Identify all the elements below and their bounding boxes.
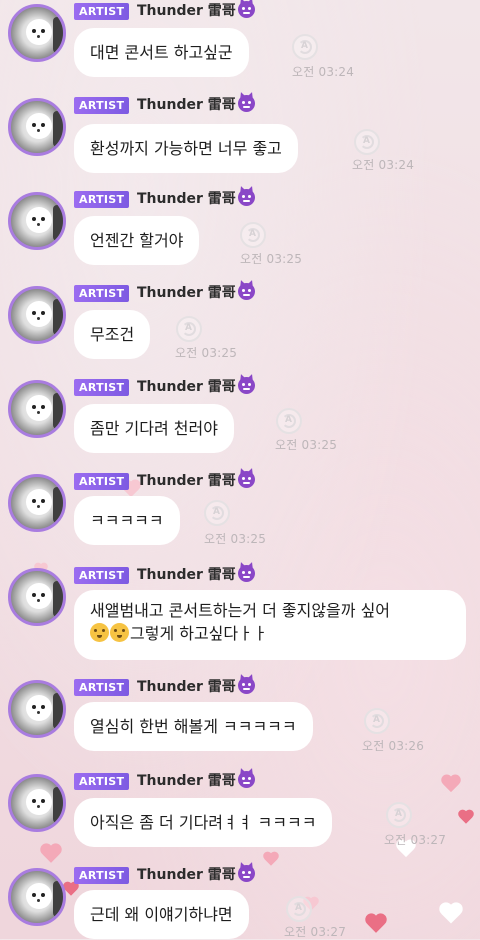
devil-emoji-icon	[237, 189, 255, 206]
artist-badge: ARTIST	[74, 191, 130, 208]
sender-name: Thunder 雷哥	[137, 471, 255, 491]
avatar[interactable]	[8, 774, 66, 832]
avatar[interactable]	[8, 474, 66, 532]
devil-emoji-icon	[237, 865, 255, 882]
avatar[interactable]	[8, 98, 66, 156]
avatar[interactable]	[8, 286, 66, 344]
artist-badge: ARTIST	[74, 285, 130, 302]
sender-name: Thunder 雷哥	[137, 283, 255, 303]
read-receipt-icon: A	[204, 500, 230, 526]
message-row: ARTIST Thunder 雷哥 아직은 좀 더 기다려ㅕㅕ ㅋㅋㅋㅋ A 오…	[0, 770, 480, 864]
artist-badge: ARTIST	[74, 773, 130, 790]
sender-name: Thunder 雷哥	[137, 189, 255, 209]
read-receipt-icon: A	[386, 802, 412, 828]
artist-badge: ARTIST	[74, 567, 130, 584]
devil-emoji-icon	[237, 771, 255, 788]
message-time: 오전 03:25	[175, 346, 238, 360]
message-time: 오전 03:26	[362, 739, 425, 753]
sender-name: Thunder 雷哥	[137, 865, 255, 885]
devil-emoji-icon	[237, 1, 255, 18]
message-bubble[interactable]: 언젠간 할거야	[74, 216, 200, 265]
read-receipt-icon: A	[292, 34, 318, 60]
devil-emoji-icon	[237, 377, 255, 394]
artist-badge: ARTIST	[74, 473, 130, 490]
message-row: ARTIST Thunder 雷哥 무조건 A 오전 03:25	[0, 282, 480, 376]
read-receipt-icon: A	[364, 708, 390, 734]
message-row: ARTIST Thunder 雷哥 환성까지 가능하면 너무 좋고 A 오전 0…	[0, 94, 480, 188]
sender-name: Thunder 雷哥	[137, 1, 255, 21]
message-bubble[interactable]: 환성까지 가능하면 너무 좋고	[74, 124, 298, 173]
devil-emoji-icon	[237, 95, 255, 112]
sender-name: Thunder 雷哥	[137, 565, 255, 585]
read-receipt-icon: A	[286, 896, 312, 922]
message-row: ARTIST Thunder 雷哥 언젠간 할거야 A 오전 03:25	[0, 188, 480, 282]
devil-emoji-icon	[237, 677, 255, 694]
message-bubble[interactable]: 새앨범내고 콘서트하는거 더 좋지않을까 싶어 그렇게 하고싶다ㅏㅏ	[74, 590, 466, 660]
sender-name: Thunder 雷哥	[137, 677, 255, 697]
message-bubble[interactable]: 아직은 좀 더 기다려ㅕㅕ ㅋㅋㅋㅋ	[74, 798, 333, 847]
smirk-emoji-icon	[110, 623, 129, 642]
artist-badge: ARTIST	[74, 679, 130, 696]
artist-badge: ARTIST	[74, 379, 130, 396]
message-bubble[interactable]: 무조건	[74, 310, 151, 359]
artist-badge: ARTIST	[74, 3, 130, 20]
shushing-emoji-icon	[90, 623, 109, 642]
devil-emoji-icon	[237, 471, 255, 488]
avatar[interactable]	[8, 4, 66, 62]
message-row: ARTIST Thunder 雷哥 열심히 한번 해볼게 ㅋㅋㅋㅋㅋ A 오전 …	[0, 676, 480, 770]
message-bubble[interactable]: 열심히 한번 해볼게 ㅋㅋㅋㅋㅋ	[74, 702, 313, 751]
read-receipt-icon: A	[276, 408, 302, 434]
message-row: ARTIST Thunder 雷哥 대면 콘서트 하고싶군 A 오전 03:24	[0, 0, 480, 94]
devil-emoji-icon	[237, 283, 255, 300]
message-line: 새앨범내고 콘서트하는거 더 좋지않을까 싶어	[90, 601, 391, 620]
read-receipt-icon: A	[176, 316, 202, 342]
avatar[interactable]	[8, 192, 66, 250]
message-time: 오전 03:25	[240, 252, 303, 266]
message-time: 오전 03:25	[275, 438, 338, 452]
message-row: ARTIST Thunder 雷哥 좀만 기다려 천러야 A 오전 03:25	[0, 376, 480, 470]
avatar[interactable]	[8, 380, 66, 438]
read-receipt-icon: A	[240, 222, 266, 248]
message-bubble[interactable]: 대면 콘서트 하고싶군	[74, 28, 249, 77]
read-receipt-icon: A	[354, 129, 380, 155]
avatar[interactable]	[8, 680, 66, 738]
message-bubble[interactable]: ㅋㅋㅋㅋㅋ	[74, 496, 180, 545]
message-time: 오전 03:27	[384, 833, 447, 847]
message-bubble[interactable]: 근데 왜 이얘기하냐면	[74, 890, 249, 939]
message-time: 오전 03:27	[284, 925, 347, 939]
sender-name: Thunder 雷哥	[137, 95, 255, 115]
message-row: ARTIST Thunder 雷哥 새앨범내고 콘서트하는거 더 좋지않을까 싶…	[0, 564, 480, 676]
sender-name: Thunder 雷哥	[137, 377, 255, 397]
devil-emoji-icon	[237, 565, 255, 582]
message-line-with-emoji: 그렇게 하고싶다ㅏㅏ	[90, 622, 450, 645]
message-bubble[interactable]: 좀만 기다려 천러야	[74, 404, 234, 453]
message-row: ARTIST Thunder 雷哥 ㅋㅋㅋㅋㅋ A 오전 03:25	[0, 470, 480, 564]
message-time: 오전 03:24	[292, 65, 355, 79]
message-row: ARTIST Thunder 雷哥 근데 왜 이얘기하냐면 A 오전 03:27	[0, 864, 480, 939]
sender-name: Thunder 雷哥	[137, 771, 255, 791]
artist-badge: ARTIST	[74, 867, 130, 884]
artist-badge: ARTIST	[74, 97, 130, 114]
avatar[interactable]	[8, 868, 66, 926]
message-time: 오전 03:25	[204, 532, 267, 546]
avatar[interactable]	[8, 568, 66, 626]
message-time: 오전 03:24	[352, 158, 415, 172]
